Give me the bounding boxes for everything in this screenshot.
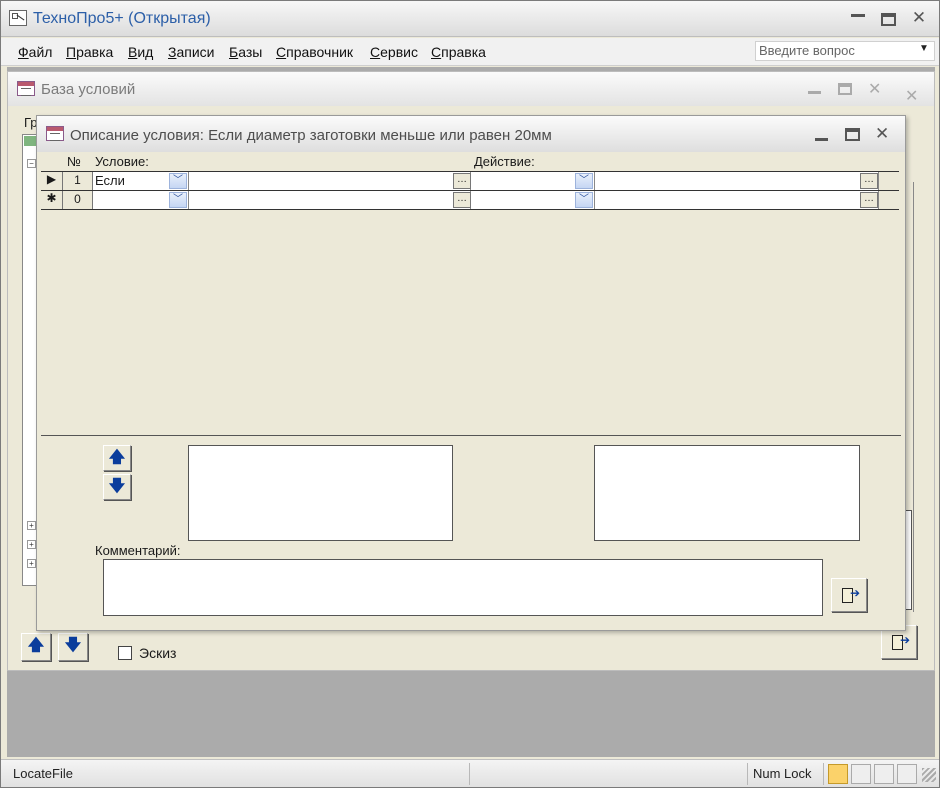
app-icon — [9, 10, 27, 26]
row-number: 0 — [63, 191, 93, 209]
menu-help[interactable]: Справка — [431, 44, 486, 60]
form-icon — [17, 81, 35, 96]
conditions-base-maximize-button[interactable] — [838, 83, 852, 95]
action-builder-button[interactable]: … — [860, 192, 878, 208]
menu-databases[interactable]: Базы — [229, 44, 262, 60]
datasheet-view-icon[interactable] — [851, 764, 871, 784]
status-text: LocateFile — [13, 766, 73, 781]
condition-text-field[interactable] — [189, 191, 471, 209]
chevron-down-icon[interactable]: ﹀ — [575, 173, 593, 189]
app-title: ТехноПро5+ (Открытая) — [33, 10, 211, 27]
condition-description-title: Описание условия: Если диаметр заготовки… — [70, 127, 552, 144]
sketch-checkbox[interactable] — [118, 646, 132, 660]
tree-expand-icon[interactable]: + — [27, 540, 36, 549]
condition-builder-button[interactable]: … — [453, 173, 471, 189]
pivot-chart-view-icon[interactable] — [897, 764, 917, 784]
move-up-button[interactable]: 🡅 — [21, 633, 51, 661]
conditions-grid: № Условие: Действие: ▶ 1 Если ﹀ … ﹀ … ✱ … — [41, 152, 901, 436]
app-minimize-button[interactable] — [851, 13, 865, 17]
tree-expand-icon[interactable]: − — [27, 159, 36, 168]
app-titlebar: ТехноПро5+ (Открытая) ✕ — [1, 1, 939, 37]
record-selector-current-icon[interactable]: ▶ — [41, 172, 63, 190]
move-up-button[interactable]: 🡅 — [103, 445, 131, 471]
condition-description-maximize-button[interactable] — [845, 128, 860, 141]
condition-description-close-button[interactable]: ✕ — [875, 124, 889, 144]
chevron-down-icon[interactable]: ﹀ — [169, 173, 187, 189]
menu-service[interactable]: Сервис — [370, 44, 418, 60]
chevron-down-icon[interactable]: ﹀ — [169, 192, 187, 208]
condition-description-window: Описание условия: Если диаметр заготовки… — [36, 115, 906, 631]
row-number: 1 — [63, 172, 93, 190]
comment-textarea[interactable] — [103, 559, 823, 616]
form-icon — [46, 126, 64, 141]
new-record-icon[interactable]: ✱ — [41, 191, 63, 209]
move-down-button[interactable]: 🡇 — [103, 474, 131, 500]
menu-file[interactable]: Файл — [18, 44, 52, 60]
column-header-action: Действие: — [474, 154, 535, 169]
menu-edit[interactable]: Правка — [66, 44, 113, 60]
action-builder-button[interactable]: … — [860, 173, 878, 189]
app-maximize-button[interactable] — [881, 13, 896, 26]
condition-description-titlebar: Описание условия: Если диаметр заготовки… — [37, 116, 905, 152]
arrow-right-icon: ➔ — [900, 633, 911, 647]
menu-records[interactable]: Записи — [168, 44, 214, 60]
tree-expand-icon[interactable]: + — [27, 559, 36, 568]
condition-builder-button[interactable]: … — [453, 192, 471, 208]
chevron-down-icon[interactable]: ▼ — [919, 43, 929, 54]
help-question-input[interactable]: Введите вопрос — [755, 41, 935, 61]
conditions-base-titlebar: База условий ✕ — [8, 72, 934, 106]
exit-button[interactable]: ➔ — [831, 578, 867, 612]
action-text-field[interactable] — [595, 172, 879, 190]
column-header-condition: Условие: — [95, 154, 149, 169]
pivot-table-view-icon[interactable] — [874, 764, 894, 784]
conditions-base-title: База условий — [41, 81, 136, 98]
action-text-field[interactable] — [595, 191, 879, 209]
menu-view[interactable]: Вид — [128, 44, 153, 60]
move-down-button[interactable]: 🡇 — [58, 633, 88, 661]
condition-text-field[interactable] — [189, 172, 471, 190]
conditions-base-close-icon[interactable]: ✕ — [905, 86, 918, 106]
table-row[interactable]: ✱ 0 ﹀ … ﹀ … — [41, 190, 899, 210]
arrow-right-icon: ➔ — [850, 586, 861, 600]
app-window: ТехноПро5+ (Открытая) ✕ Файл Правка Вид … — [0, 0, 940, 788]
status-separator — [469, 763, 470, 785]
comment-label: Комментарий: — [95, 543, 181, 558]
app-close-button[interactable]: ✕ — [909, 8, 929, 28]
status-bar: LocateFile Num Lock — [1, 759, 939, 787]
column-header-num: № — [67, 154, 81, 169]
sketch-label: Эскиз — [139, 645, 177, 661]
conditions-base-close-button[interactable]: ✕ — [868, 79, 881, 99]
action-list-box[interactable] — [594, 445, 860, 541]
resize-grip-icon[interactable] — [922, 768, 936, 782]
status-separator — [747, 763, 748, 785]
form-view-icon[interactable] — [828, 764, 848, 784]
chevron-down-icon[interactable]: ﹀ — [575, 192, 593, 208]
conditions-base-minimize-button[interactable] — [808, 91, 821, 94]
table-row[interactable]: ▶ 1 Если ﹀ … ﹀ … — [41, 171, 899, 190]
condition-description-minimize-button[interactable] — [815, 138, 828, 141]
tree-expand-icon[interactable]: + — [27, 521, 36, 530]
condition-list-box[interactable] — [188, 445, 453, 541]
status-separator — [823, 763, 824, 785]
menu-reference[interactable]: Справочник — [276, 44, 353, 60]
numlock-indicator: Num Lock — [753, 766, 812, 781]
